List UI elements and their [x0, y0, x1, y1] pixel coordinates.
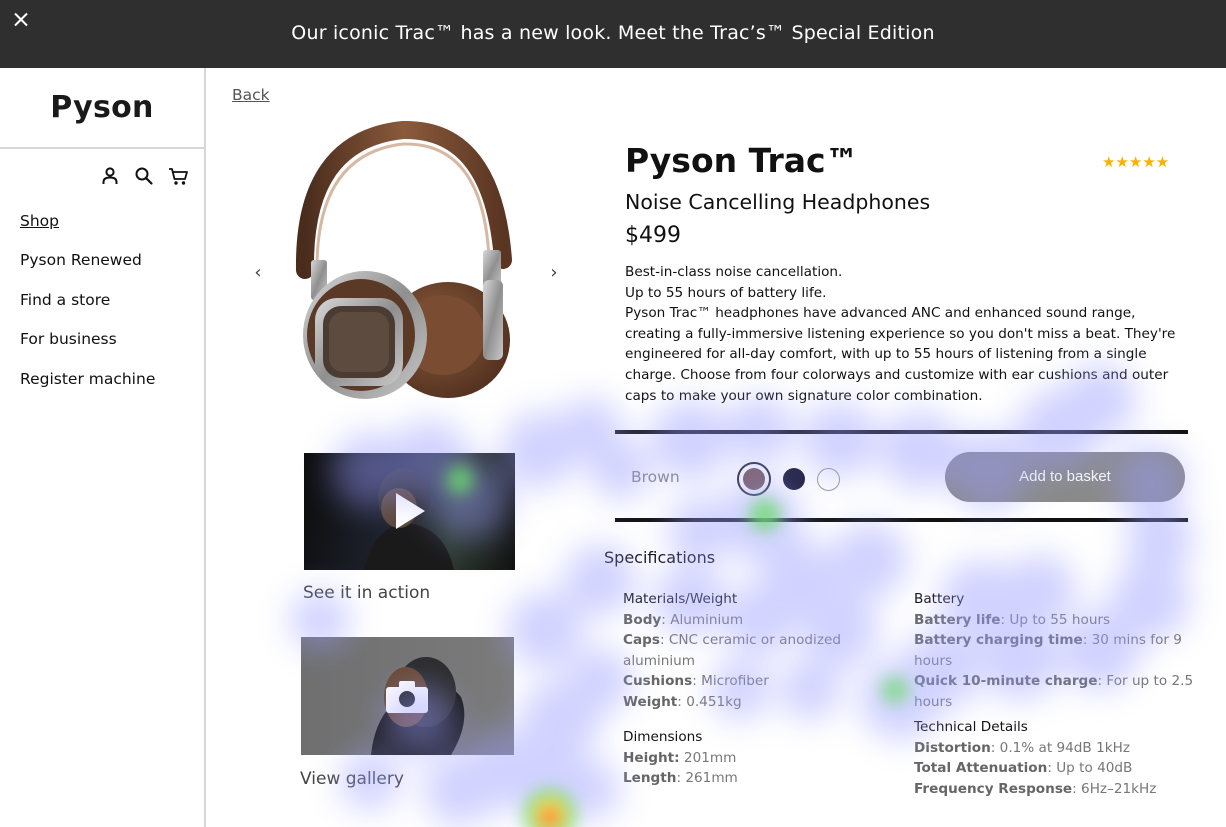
- sidebar-item-register-machine[interactable]: Register machine: [20, 370, 155, 409]
- announcement-text: Our iconic Trac™ has a new look. Meet th…: [291, 22, 935, 44]
- account-icon[interactable]: [100, 166, 120, 186]
- spec-technical: Technical Details Distortion: 0.1% at 94…: [914, 717, 1219, 799]
- spec-key: Battery life: [914, 611, 1001, 628]
- product-description: Best-in-class noise cancellation. Up to …: [625, 262, 1195, 406]
- spec-key: Quick 10-minute charge: [914, 673, 1098, 690]
- spec-key: Height:: [623, 749, 680, 766]
- spec-value: : 6Hz–21kHz: [1072, 780, 1157, 797]
- divider-bottom: [615, 518, 1188, 522]
- description-line: Up to 55 hours of battery life.: [625, 284, 827, 301]
- spec-value: 201mm: [679, 749, 737, 766]
- color-swatch-brown[interactable]: [737, 462, 771, 496]
- description-line: Best-in-class noise cancellation.: [625, 264, 843, 280]
- sidebar-item-find-a-store[interactable]: Find a store: [20, 291, 155, 330]
- sidebar-item-for-business[interactable]: For business: [20, 330, 155, 369]
- gallery-thumbnail[interactable]: [301, 637, 514, 755]
- back-link[interactable]: Back: [232, 86, 270, 104]
- spec-key: Cushions: [623, 673, 693, 690]
- color-swatch-navy[interactable]: [783, 468, 805, 490]
- description-line: Pyson Trac™ headphones have advanced ANC…: [625, 305, 1176, 404]
- spec-value: : 261mm: [676, 770, 738, 787]
- cart-icon[interactable]: [168, 166, 188, 186]
- video-caption[interactable]: See it in action: [303, 583, 430, 603]
- spec-key: Total Attenuation: [914, 760, 1048, 777]
- spec-key: Length: [623, 770, 677, 787]
- search-icon[interactable]: [134, 166, 154, 186]
- rating-stars-icon: ★★★★★: [1102, 153, 1170, 171]
- spec-key: Distortion: [914, 739, 991, 756]
- announcement-banner: Our iconic Trac™ has a new look. Meet th…: [0, 0, 1226, 68]
- sidebar-nav: Shop Pyson Renewed Find a store For busi…: [20, 212, 155, 409]
- sidebar-item-label: For business: [20, 330, 117, 349]
- sidebar: Pyson Shop Pyson Renewed Find a store Fo…: [0, 68, 206, 827]
- brand-logo[interactable]: Pyson: [0, 90, 204, 125]
- divider-top: [615, 430, 1188, 434]
- spec-battery: Battery Battery life: Up to 55 hours Bat…: [914, 589, 1219, 713]
- spec-key: Battery charging time: [914, 632, 1083, 649]
- sidebar-item-pyson-renewed[interactable]: Pyson Renewed: [20, 251, 155, 290]
- gallery-caption[interactable]: View gallery: [300, 769, 404, 789]
- spec-value: : Microfiber: [692, 673, 769, 690]
- sidebar-item-label: Register machine: [20, 369, 156, 388]
- sidebar-item-label: Shop: [20, 212, 59, 230]
- color-swatch-white[interactable]: [817, 468, 840, 491]
- spec-heading: Technical Details: [914, 719, 1028, 735]
- spec-key: Body: [623, 611, 662, 628]
- spec-heading: Dimensions: [623, 729, 703, 745]
- specifications-heading: Specifications: [604, 548, 716, 567]
- product-subtitle: Noise Cancelling Headphones: [625, 190, 931, 214]
- sidebar-item-label: Find a store: [20, 290, 111, 309]
- spec-key: Caps: [623, 632, 660, 649]
- spec-key: Weight: [623, 693, 678, 710]
- spec-value: : 0.1% at 94dB 1kHz: [990, 739, 1130, 756]
- sidebar-divider: [0, 147, 204, 149]
- spec-value: : Up to 40dB: [1047, 760, 1133, 777]
- product-title: Pyson Trac™: [625, 141, 859, 180]
- selected-color-label: Brown: [631, 468, 680, 486]
- add-to-basket-button[interactable]: Add to basket: [945, 452, 1185, 502]
- spec-heading: Battery: [914, 591, 965, 607]
- gallery-prev-icon[interactable]: ‹: [250, 262, 266, 283]
- spec-value: : Aluminium: [661, 611, 744, 628]
- spec-heading: Materials/Weight: [623, 591, 738, 607]
- product-price: $499: [625, 223, 681, 248]
- camera-icon: [386, 681, 428, 713]
- spec-key: Frequency Response: [914, 780, 1073, 797]
- sidebar-item-shop[interactable]: Shop: [20, 212, 155, 251]
- gallery-next-icon[interactable]: ›: [546, 262, 562, 283]
- header-icons: [100, 166, 192, 188]
- spec-materials: Materials/Weight Body: Aluminium Caps: C…: [623, 589, 873, 713]
- spec-value: : Up to 55 hours: [1000, 611, 1111, 628]
- video-thumbnail[interactable]: [304, 453, 515, 570]
- spec-dimensions: Dimensions Height: 201mm Length: 261mm: [623, 727, 873, 789]
- product-image: [283, 120, 523, 405]
- sidebar-item-label: Pyson Renewed: [20, 251, 142, 270]
- spec-value: : 0.451kg: [677, 693, 742, 710]
